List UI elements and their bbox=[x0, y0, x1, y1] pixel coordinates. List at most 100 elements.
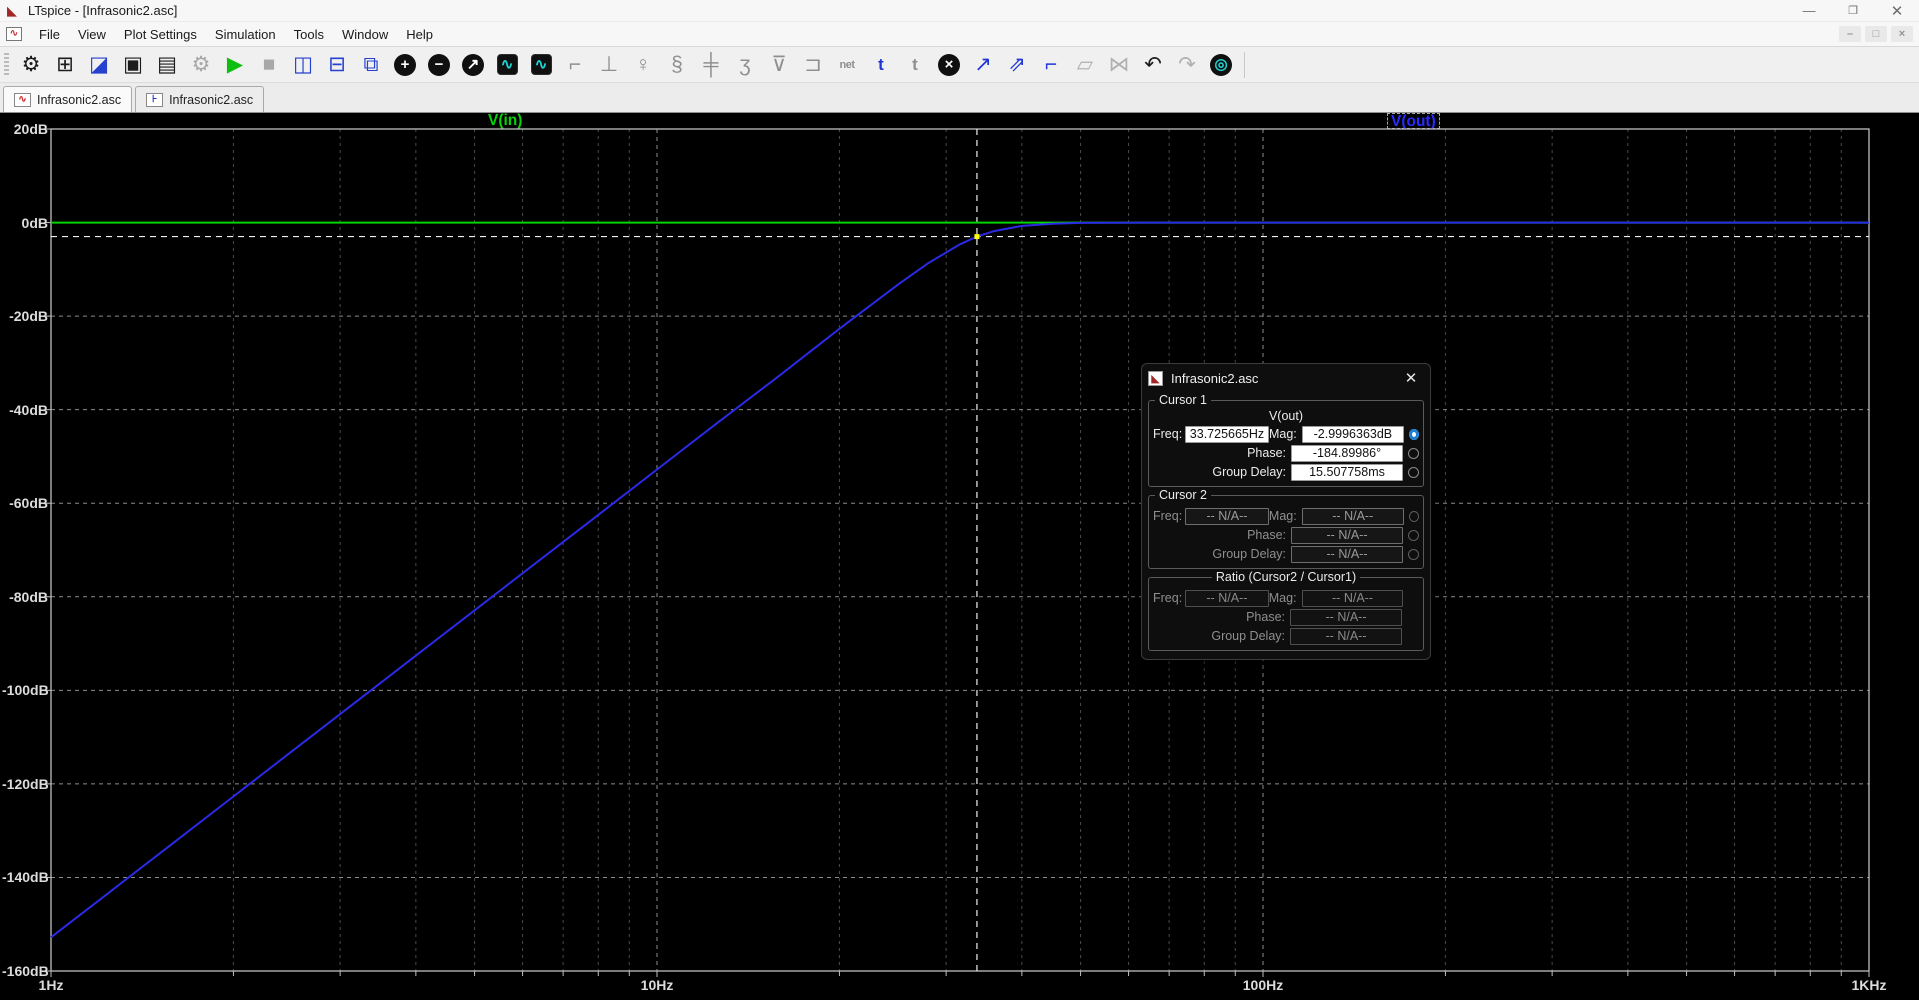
cursor2-group: Cursor 2 Freq: -- N/A-- Mag: -- N/A-- Ph… bbox=[1148, 495, 1424, 569]
ratio-mag-field[interactable]: -- N/A-- bbox=[1302, 590, 1404, 607]
menu-view[interactable]: View bbox=[69, 24, 115, 45]
x-tick-label: 1Hz bbox=[16, 977, 86, 993]
move-icon[interactable]: ↗ bbox=[968, 50, 998, 80]
zoom-in-icon[interactable]: + bbox=[390, 50, 420, 80]
menu-plot-settings[interactable]: Plot Settings bbox=[115, 24, 206, 45]
run-icon[interactable]: ▶ bbox=[220, 50, 250, 80]
mdi-restore-button[interactable]: □ bbox=[1865, 26, 1887, 42]
undo-icon[interactable]: ↶ bbox=[1138, 50, 1168, 80]
menu-simulation[interactable]: Simulation bbox=[206, 24, 285, 45]
new-schematic-icon[interactable]: ⊞ bbox=[50, 50, 80, 80]
x-tick-label: 10Hz bbox=[622, 977, 692, 993]
cursor2-group-delay-radio[interactable] bbox=[1408, 549, 1419, 560]
cursor-dialog-titlebar[interactable]: ◣ Infrasonic2.asc ✕ bbox=[1142, 364, 1430, 392]
zoom-in-icon-glyph: + bbox=[394, 54, 416, 76]
cursor2-mag-field[interactable]: -- N/A-- bbox=[1302, 508, 1404, 525]
plot-frame bbox=[51, 129, 1869, 971]
autorange-y-icon[interactable]: ∿ bbox=[492, 50, 522, 80]
open-icon-glyph: ◪ bbox=[89, 54, 109, 75]
mirror-icon[interactable]: ⋈ bbox=[1104, 50, 1134, 80]
cursor2-freq-field[interactable]: -- N/A-- bbox=[1185, 508, 1269, 525]
menu-window[interactable]: Window bbox=[333, 24, 397, 45]
menu-help[interactable]: Help bbox=[397, 24, 442, 45]
restore-button[interactable]: ❐ bbox=[1831, 0, 1875, 21]
wire-icon[interactable]: ⌐ bbox=[560, 50, 590, 80]
undo-icon-glyph: ↶ bbox=[1144, 54, 1162, 75]
ground-icon[interactable]: ⊥ bbox=[594, 50, 624, 80]
cursor1-mag-field[interactable]: -2.9996363dB bbox=[1302, 426, 1404, 443]
tile-horizontally-icon[interactable]: ⊟ bbox=[322, 50, 352, 80]
mdi-minimize-button[interactable]: – bbox=[1839, 26, 1861, 42]
mdi-close-button[interactable]: × bbox=[1891, 26, 1913, 42]
pan-zoom-icon[interactable]: ∿ bbox=[526, 50, 556, 80]
net-text-icon[interactable]: net bbox=[832, 50, 862, 80]
cascade-windows-icon[interactable]: ⧉ bbox=[356, 50, 386, 80]
text-icon[interactable]: t bbox=[866, 50, 896, 80]
stretch-wire-icon[interactable]: ⌐ bbox=[1036, 50, 1066, 80]
ratio-freq-field[interactable]: -- N/A-- bbox=[1185, 590, 1269, 607]
print-icon-glyph: ▤ bbox=[157, 54, 177, 75]
cursor1-mag-radio[interactable] bbox=[1409, 429, 1419, 440]
wire-icon-glyph: ⌐ bbox=[569, 54, 581, 75]
control-panel-icon[interactable]: ⚙ bbox=[16, 50, 46, 80]
move-icon-glyph: ↗ bbox=[974, 54, 992, 75]
ratio-phase-field[interactable]: -- N/A-- bbox=[1290, 609, 1402, 626]
label-net-icon[interactable]: ♀ bbox=[628, 50, 658, 80]
delete-icon[interactable]: × bbox=[934, 50, 964, 80]
cursor2-mag-radio[interactable] bbox=[1409, 511, 1419, 522]
bode-plot-canvas[interactable] bbox=[0, 113, 1919, 1000]
cursor1-group-delay-radio[interactable] bbox=[1408, 467, 1419, 478]
open-icon[interactable]: ◪ bbox=[84, 50, 114, 80]
minimize-button[interactable]: — bbox=[1787, 0, 1831, 21]
drag-icon-glyph: ⇗ bbox=[1008, 54, 1026, 75]
title-bar[interactable]: ◣ LTspice - [Infrasonic2.asc] — ❐ ✕ bbox=[0, 0, 1919, 22]
label-net-icon-glyph: ♀ bbox=[635, 54, 651, 75]
zoom-out-icon[interactable]: − bbox=[424, 50, 454, 80]
tile-vertically-icon[interactable]: ◫ bbox=[288, 50, 318, 80]
cursor1-group-delay-label: Group Delay: bbox=[1153, 465, 1291, 479]
close-button[interactable]: ✕ bbox=[1875, 0, 1919, 21]
halt-icon-glyph: ■ bbox=[263, 54, 276, 75]
tab-label: Infrasonic2.asc bbox=[169, 93, 253, 107]
drag-icon[interactable]: ⇗ bbox=[1002, 50, 1032, 80]
new-schematic-icon-glyph: ⊞ bbox=[56, 54, 74, 75]
cursor2-group-delay-field[interactable]: -- N/A-- bbox=[1291, 546, 1403, 563]
cursor1-phase-radio[interactable] bbox=[1408, 448, 1419, 459]
cursor1-marker[interactable] bbox=[974, 234, 979, 239]
component-icon[interactable]: ⊐ bbox=[798, 50, 828, 80]
ratio-group-delay-field[interactable]: -- N/A-- bbox=[1290, 628, 1402, 645]
spice-directive-icon[interactable]: t bbox=[900, 50, 930, 80]
cursor1-mag-label: Mag: bbox=[1269, 427, 1302, 441]
save-icon[interactable]: ▣ bbox=[118, 50, 148, 80]
schematic-tab-icon: ⊦ bbox=[146, 93, 163, 107]
cursor1-group-delay-field[interactable]: 15.507758ms bbox=[1291, 464, 1403, 481]
simulation-settings-icon[interactable]: ⚙ bbox=[186, 50, 216, 80]
tab-schematic-infrasonic2[interactable]: ⊦ Infrasonic2.asc bbox=[135, 86, 264, 112]
find-icon[interactable]: ◎ bbox=[1206, 50, 1236, 80]
cursor1-freq-field[interactable]: 33.725665Hz bbox=[1185, 426, 1269, 443]
print-icon[interactable]: ▤ bbox=[152, 50, 182, 80]
menu-file[interactable]: File bbox=[30, 24, 69, 45]
tab-waveform-infrasonic2[interactable]: ∿ Infrasonic2.asc bbox=[3, 86, 132, 112]
cursor1-phase-field[interactable]: -184.89986° bbox=[1291, 445, 1403, 462]
capacitor-icon[interactable]: ╪ bbox=[696, 50, 726, 80]
waveform-plot-pane[interactable]: V(in) V(out) 20dB0dB-20dB-40dB-60dB-80dB… bbox=[0, 113, 1919, 1000]
menu-tools[interactable]: Tools bbox=[285, 24, 333, 45]
zoom-out-icon-glyph: − bbox=[428, 54, 450, 76]
ltspice-window: ◣ LTspice - [Infrasonic2.asc] — ❐ ✕ ∿ Fi… bbox=[0, 0, 1919, 1000]
cursor-dialog-close-icon[interactable]: ✕ bbox=[1398, 368, 1424, 388]
halt-icon[interactable]: ■ bbox=[254, 50, 284, 80]
trace-Vout bbox=[51, 223, 1869, 938]
cursor2-phase-field[interactable]: -- N/A-- bbox=[1291, 527, 1403, 544]
toolbar-grip[interactable] bbox=[4, 53, 9, 77]
zoom-extents-icon[interactable]: ↗ bbox=[458, 50, 488, 80]
menu-bar: ∿ File View Plot Settings Simulation Too… bbox=[0, 22, 1919, 47]
cursor1-phase-label: Phase: bbox=[1153, 446, 1291, 460]
resistor-icon[interactable]: § bbox=[662, 50, 692, 80]
cursor2-phase-radio[interactable] bbox=[1408, 530, 1419, 541]
redo-icon[interactable]: ↷ bbox=[1172, 50, 1202, 80]
paste-icon[interactable]: ▱ bbox=[1070, 50, 1100, 80]
diode-icon[interactable]: ⊽ bbox=[764, 50, 794, 80]
cursor-dialog[interactable]: ◣ Infrasonic2.asc ✕ Cursor 1 V(out) Freq… bbox=[1141, 363, 1431, 660]
inductor-icon[interactable]: ʒ bbox=[730, 50, 760, 80]
